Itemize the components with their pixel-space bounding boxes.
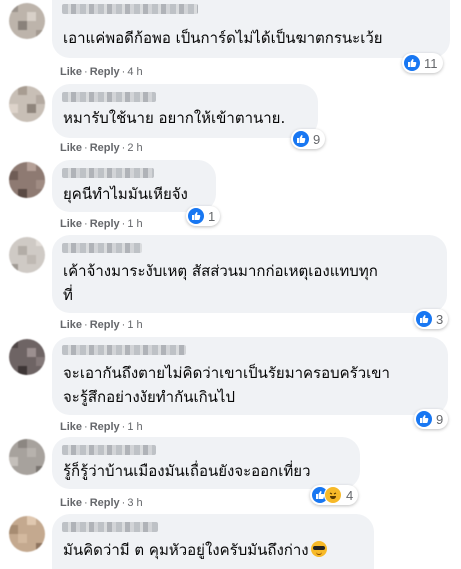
comment-actions: Like · Reply · 2 h — [60, 142, 143, 154]
comment-bubble: หมารับใช้นาย อยากให้เข้าตานาย. — [52, 84, 318, 138]
like-link[interactable]: Like — [60, 142, 82, 154]
comment-bubble: เค้าจ้างมาระงับเหตุ สัสส่วนมากก่อเหตุเอง… — [52, 235, 447, 313]
reaction-count[interactable]: 4 — [310, 485, 359, 505]
comment-bubble: รู้ก็รู้ว่าบ้านเมืองมันเถื่อนยังจะออกเที… — [52, 437, 360, 489]
reaction-count[interactable]: 11 — [402, 53, 443, 73]
comment-text: รู้ก็รู้ว่าบ้านเมืองมันเถื่อนยังจะออกเที… — [63, 462, 311, 480]
comment-bubble: จะเอากันถึงตายไม่คิดว่าเขาเป็นรัยมาครอบค… — [52, 337, 448, 415]
reaction-count[interactable]: 9 — [414, 409, 449, 429]
like-link[interactable]: Like — [60, 66, 82, 78]
timestamp[interactable]: 1 h — [127, 421, 142, 433]
comment-text: จะเอากันถึงตายไม่คิดว่าเขาเป็นรัยมาครอบค… — [63, 364, 390, 406]
comment-text: มันคิดว่ามี ต คุมหัวอยู่ใงครับมันถึงก่าง — [63, 538, 364, 562]
avatar[interactable] — [9, 439, 45, 475]
reply-link[interactable]: Reply — [90, 66, 120, 78]
comment-text: หมารับใช้นาย อยากให้เข้าตานาย. — [63, 109, 286, 127]
like-icon — [416, 411, 432, 427]
comment-text: เอาแค่พอดีก้อพอ เป็นการ์ดไม่ได้เป็นฆาตกร… — [63, 29, 383, 47]
reply-link[interactable]: Reply — [90, 218, 120, 230]
comment-bubble: มันคิดว่ามี ต คุมหัวอยู่ใงครับมันถึงก่าง — [52, 514, 374, 569]
author-name-redacted[interactable] — [62, 445, 156, 455]
reply-link[interactable]: Reply — [90, 142, 120, 154]
like-icon — [404, 55, 420, 71]
author-name-redacted[interactable] — [62, 345, 186, 355]
like-icon — [416, 311, 432, 327]
comment-actions: Like · Reply · 1 h — [60, 218, 143, 230]
like-link[interactable]: Like — [60, 497, 82, 509]
avatar[interactable] — [9, 339, 45, 375]
reply-link[interactable]: Reply — [90, 421, 120, 433]
comment-bubble: ยุคนีทำไมมันเหียจัง — [52, 160, 216, 212]
like-icon — [293, 131, 309, 147]
timestamp[interactable]: 3 h — [127, 497, 142, 509]
avatar[interactable] — [9, 516, 45, 552]
author-name-redacted[interactable] — [62, 243, 142, 253]
reaction-count[interactable]: 9 — [291, 129, 326, 149]
timestamp[interactable]: 1 h — [127, 218, 142, 230]
author-name-redacted[interactable] — [62, 92, 156, 102]
avatar[interactable] — [9, 86, 45, 122]
reaction-count[interactable]: 1 — [186, 206, 221, 226]
like-link[interactable]: Like — [60, 319, 82, 331]
timestamp[interactable]: 2 h — [127, 142, 142, 154]
timestamp[interactable]: 4 h — [127, 66, 142, 78]
comment-text: ยุคนีทำไมมันเหียจัง — [63, 185, 188, 203]
comment-actions: Like · Reply · 3 h — [60, 497, 143, 509]
like-link[interactable]: Like — [60, 421, 82, 433]
comment-text: เค้าจ้างมาระงับเหตุ สัสส่วนมากก่อเหตุเอง… — [63, 262, 378, 304]
avatar[interactable] — [9, 237, 45, 273]
comment-bubble: เอาแค่พอดีก้อพอ เป็นการ์ดไม่ได้เป็นฆาตกร… — [52, 0, 450, 58]
reply-link[interactable]: Reply — [90, 319, 120, 331]
like-link[interactable]: Like — [60, 218, 82, 230]
avatar[interactable] — [9, 162, 45, 198]
reaction-count[interactable]: 3 — [414, 309, 449, 329]
avatar[interactable] — [9, 3, 45, 39]
timestamp[interactable]: 1 h — [127, 319, 142, 331]
comment-actions: Like · Reply · 4 h — [60, 66, 143, 78]
author-name-redacted[interactable] — [62, 522, 158, 532]
like-icon — [188, 208, 204, 224]
author-name-redacted[interactable] — [62, 168, 154, 178]
reply-link[interactable]: Reply — [90, 497, 120, 509]
comment-actions: Like · Reply · 1 h — [60, 421, 143, 433]
author-name-redacted[interactable] — [62, 4, 198, 14]
haha-icon — [324, 486, 342, 504]
sunglasses-emoji-icon — [310, 541, 327, 557]
comment-actions: Like · Reply · 1 h — [60, 319, 143, 331]
